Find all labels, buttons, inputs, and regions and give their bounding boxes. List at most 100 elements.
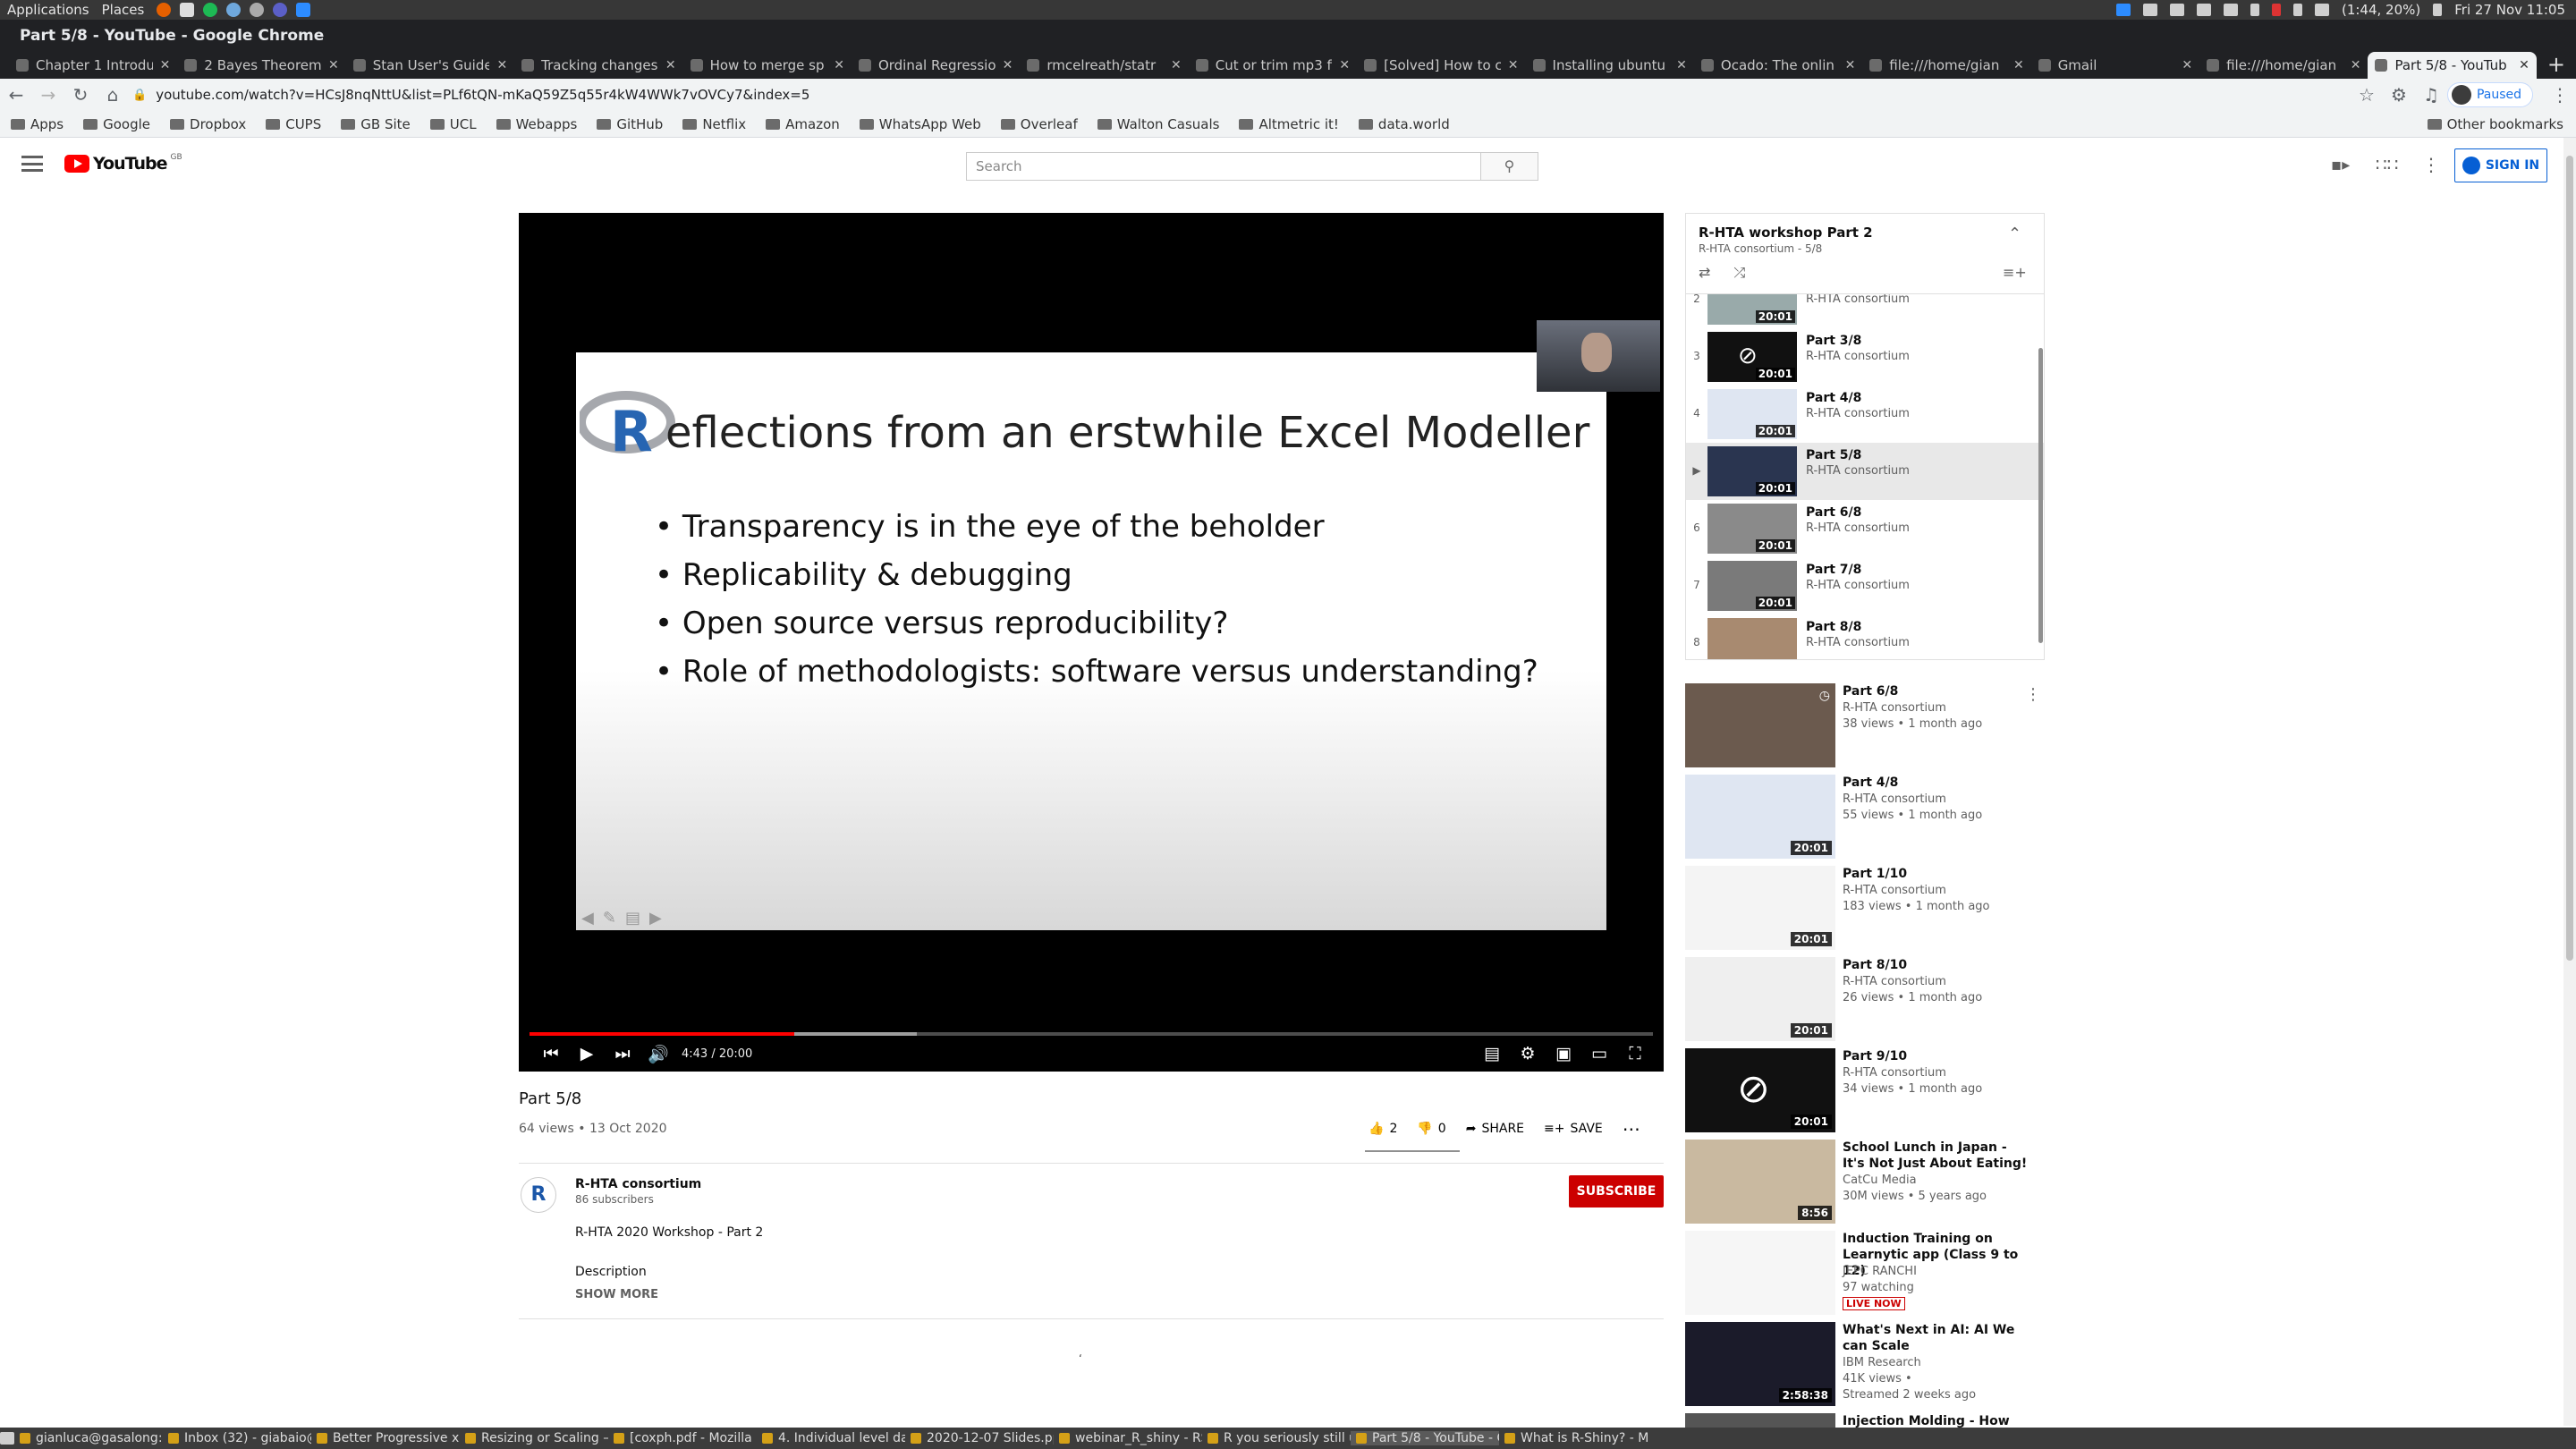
tab-close-icon[interactable]: ✕	[1003, 58, 1013, 72]
subtitles-icon[interactable]: ▤	[1474, 1044, 1510, 1063]
playlist-thumbnail[interactable]	[1707, 618, 1797, 659]
window-tray-icon[interactable]	[2196, 4, 2211, 16]
dropbox-tray-icon[interactable]	[2142, 4, 2157, 16]
show-desktop-icon[interactable]	[0, 1432, 14, 1445]
teams-icon[interactable]	[273, 3, 288, 17]
rstudio-icon[interactable]	[226, 3, 242, 17]
battery-icon[interactable]	[2314, 4, 2329, 16]
play-icon[interactable]: ▶	[569, 1044, 605, 1063]
firefox-icon[interactable]	[157, 3, 172, 17]
playlist-thumbnail[interactable]: 20:01	[1707, 561, 1797, 611]
volume-icon[interactable]: 🔊	[640, 1044, 676, 1064]
taskbar-item[interactable]: 2020-12-07 Slides.ppt...	[905, 1431, 1054, 1445]
bookmark-item[interactable]: UCL	[429, 116, 477, 132]
settings-menu-icon[interactable]: ⋮	[2422, 154, 2440, 175]
create-video-icon[interactable]: ▪▸	[2331, 156, 2350, 174]
profile-paused-button[interactable]: Paused	[2446, 82, 2533, 107]
bookmark-item[interactable]: Overleaf	[1000, 116, 1078, 132]
playlist-item[interactable]: 6 20:01 Part 6/8 R-HTA consortium	[1686, 500, 2044, 557]
bookmark-item[interactable]: Walton Casuals	[1097, 116, 1219, 132]
previous-icon[interactable]: ⏮	[533, 1044, 569, 1063]
bookmark-item[interactable]: Webapps	[496, 116, 577, 132]
page-scrollbar-thumb[interactable]	[2566, 156, 2573, 961]
tab-close-icon[interactable]: ✕	[1339, 58, 1350, 72]
taskbar-item[interactable]: gianluca@gasalong: ...	[14, 1431, 163, 1445]
browser-tab[interactable]: Chapter 1 Introdu ✕	[9, 52, 177, 79]
share-button[interactable]: ➦ SHARE	[1466, 1122, 1524, 1136]
cloud-tray-icon[interactable]	[2169, 4, 2184, 16]
recommended-video[interactable]: 20:01 Part 1/10 R-HTA consortium 183 views …	[1685, 866, 2061, 952]
spotify-icon[interactable]	[203, 3, 218, 17]
home-icon[interactable]: ⌂	[97, 84, 129, 106]
tab-close-icon[interactable]: ✕	[160, 58, 171, 72]
bookmark-item[interactable]: Altmetric it!	[1239, 116, 1339, 132]
bookmark-item[interactable]: Google	[83, 116, 150, 132]
loop-icon[interactable]: ⇄	[1699, 264, 1710, 282]
browser-tab[interactable]: 2 Bayes Theorem ✕	[177, 52, 345, 79]
miniplayer-icon[interactable]: ▣	[1546, 1044, 1581, 1063]
recommended-video[interactable]: 20:01 Part 4/8 R-HTA consortium 55 views • …	[1685, 775, 2061, 860]
bookmark-item[interactable]: data.world	[1358, 116, 1450, 132]
recommended-thumbnail[interactable]: ◷	[1685, 683, 1835, 767]
recommended-video[interactable]: ⊘ 20:01 Part 9/10 R-HTA consortium 34 views …	[1685, 1048, 2061, 1134]
other-bookmarks[interactable]: Other bookmarks	[2427, 116, 2563, 132]
tab-close-icon[interactable]: ✕	[2519, 58, 2529, 72]
volume-icon[interactable]	[2292, 4, 2302, 16]
search-input[interactable]: Search	[966, 152, 1481, 181]
recommended-video[interactable]: 2:58:38 What's Next in AI: AI We can Scal…	[1685, 1322, 2061, 1408]
clock[interactable]: Fri 27 Nov 11:05	[2454, 2, 2565, 18]
save-playlist-icon[interactable]: ≡+	[2003, 264, 2027, 281]
taskbar-item[interactable]: Inbox (32) - giabaio@...	[163, 1431, 311, 1445]
bluetooth-icon[interactable]	[2250, 4, 2259, 16]
playlist-thumbnail[interactable]: 20:01	[1707, 504, 1797, 554]
show-more-button[interactable]: SHOW MORE	[575, 1288, 658, 1301]
recommended-thumbnail[interactable]: 20:01	[1685, 775, 1835, 859]
tab-close-icon[interactable]: ✕	[2182, 58, 2192, 72]
like-button[interactable]: 👍 2	[1368, 1122, 1397, 1136]
browser-tab[interactable]: Gmail ✕	[2031, 52, 2199, 79]
bookmark-item[interactable]: GB Site	[341, 116, 411, 132]
playlist-item[interactable]: ▶ 20:01 Part 5/8 R-HTA consortium	[1686, 443, 2044, 500]
channel-avatar[interactable]: R	[521, 1177, 556, 1213]
tab-close-icon[interactable]: ✕	[2351, 58, 2361, 72]
bookmark-item[interactable]: GitHub	[597, 116, 663, 132]
address-bar[interactable]: 🔒 youtube.com/watch?v=HCsJ8nqNttU&list=P…	[129, 82, 2351, 107]
apps-grid-icon[interactable]: ∷∷	[2376, 154, 2398, 175]
browser-tab[interactable]: Cut or trim mp3 fi ✕	[1189, 52, 1357, 79]
bookmark-item[interactable]: Dropbox	[170, 116, 246, 132]
power-icon[interactable]	[2433, 4, 2443, 16]
tab-close-icon[interactable]: ✕	[328, 58, 339, 72]
taskbar-item[interactable]: Part 5/8 - YouTube - G...	[1351, 1431, 1499, 1445]
playlist-thumbnail[interactable]: ⊘ 20:01	[1707, 332, 1797, 382]
recommended-thumbnail[interactable]: 8:56	[1685, 1140, 1835, 1224]
playlist-item[interactable]: 8 Part 8/8 R-HTA consortium	[1686, 614, 2044, 659]
indicator-tray-icon[interactable]	[2223, 4, 2238, 16]
bookmark-item[interactable]: CUPS	[266, 116, 321, 132]
settings-gear-icon[interactable]: ⚙	[1510, 1044, 1546, 1063]
progress-bar[interactable]	[530, 1032, 1653, 1036]
browser-tab[interactable]: Ordinal Regressio ✕	[852, 52, 1020, 79]
settings-icon[interactable]	[250, 3, 265, 17]
alert-icon[interactable]	[2271, 4, 2281, 16]
more-options-icon[interactable]: ⋮	[2025, 685, 2041, 704]
recommended-video[interactable]: 20:01 Part 8/10 R-HTA consortium 26 views •…	[1685, 957, 2061, 1043]
new-tab-button[interactable]: +	[2537, 52, 2576, 79]
page-scrollbar[interactable]	[2563, 138, 2576, 1426]
bookmark-item[interactable]: Apps	[11, 116, 64, 132]
search-button[interactable]: ⚲	[1481, 152, 1538, 181]
zoom-icon[interactable]	[296, 3, 311, 17]
bookmark-item[interactable]: WhatsApp Web	[859, 116, 981, 132]
places-menu[interactable]: Places	[102, 2, 145, 18]
channel-name[interactable]: R-HTA consortium	[575, 1177, 701, 1191]
sign-in-button[interactable]: SIGN IN	[2454, 148, 2547, 182]
browser-tab[interactable]: Stan User's Guide ✕	[346, 52, 514, 79]
browser-tab[interactable]: Tracking changes ✕	[514, 52, 682, 79]
recommended-video[interactable]: Induction Training on Learnytic app (Cla…	[1685, 1231, 2061, 1317]
recommended-video[interactable]: ◷ Part 6/8 R-HTA consortium 38 views • 1 mo…	[1685, 683, 2061, 769]
browser-tab[interactable]: Part 5/8 - YouTub ✕	[2368, 52, 2537, 79]
chrome-menu-icon[interactable]: ⋮	[2544, 84, 2576, 106]
playlist-thumbnail[interactable]: 20:01	[1707, 446, 1797, 496]
shuffle-icon[interactable]: ⤮	[1733, 264, 1745, 282]
playlist-item[interactable]: 7 20:01 Part 7/8 R-HTA consortium	[1686, 557, 2044, 614]
playlist-scrollbar[interactable]	[2038, 348, 2043, 643]
